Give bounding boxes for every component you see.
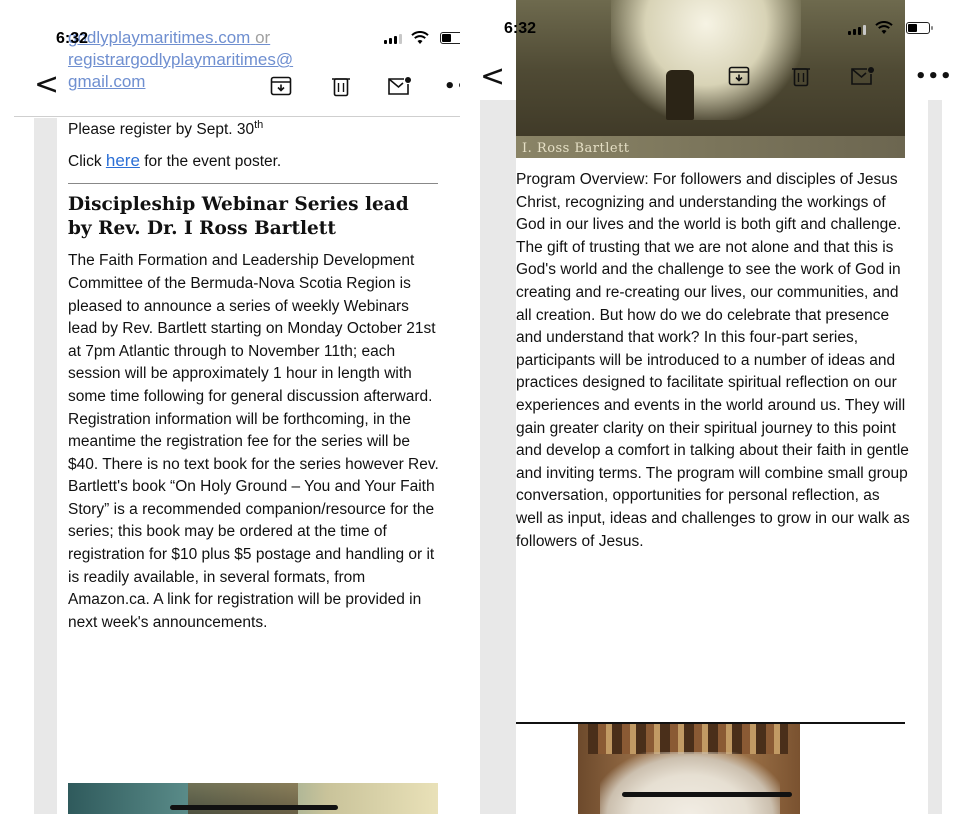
mail-unread-icon[interactable]: [386, 74, 414, 98]
register-sup: th: [254, 119, 264, 131]
section-heading: Discipleship Webinar Series lead by Rev.…: [68, 194, 409, 240]
status-time: 6:32: [56, 30, 89, 47]
mail-toolbar-left: < ••: [0, 62, 460, 112]
archive-icon[interactable]: [727, 64, 751, 88]
trash-icon[interactable]: [329, 74, 353, 98]
left-screenshot: godlyplaymaritimes.com or registrargodly…: [0, 0, 460, 814]
home-indicator[interactable]: [170, 805, 338, 810]
back-chevron-icon[interactable]: <: [480, 62, 505, 92]
right-gutter-left: [480, 100, 516, 814]
home-indicator[interactable]: [622, 792, 792, 797]
webinar-paragraph: The Faith Formation and Leadership Devel…: [68, 252, 439, 631]
click-prefix: Click: [68, 152, 106, 170]
mail-toolbar-right: < •••: [460, 50, 965, 100]
right-gutter-right: [928, 100, 942, 814]
section-divider: [68, 183, 438, 185]
signal-icon: [384, 34, 402, 44]
trash-icon[interactable]: [789, 64, 813, 88]
archive-icon[interactable]: [269, 74, 293, 98]
more-icon[interactable]: ••: [444, 76, 460, 97]
faded-link-domain: godlyplaymaritimes.com: [68, 28, 251, 47]
poster-line: Click here for the event poster.: [68, 150, 440, 174]
click-suffix: for the event poster.: [139, 152, 282, 170]
left-content: Please register by Sept. 30th Click here…: [68, 114, 440, 634]
mail-unread-icon[interactable]: [849, 64, 877, 88]
register-line: Please register by Sept. 30th: [68, 114, 440, 142]
wifi-icon: [411, 31, 429, 44]
battery-icon: [906, 22, 933, 34]
book-cover-caption: I. Ross Bartlett: [522, 141, 630, 156]
register-text: Please register by Sept. 30: [68, 121, 255, 139]
faded-or: or: [255, 28, 271, 47]
signal-icon: [848, 25, 866, 35]
wifi-icon: [875, 21, 893, 34]
battery-icon: [440, 32, 460, 44]
status-time: 6:32: [504, 20, 537, 37]
poster-link[interactable]: here: [106, 151, 140, 170]
back-chevron-icon[interactable]: <: [34, 70, 59, 100]
program-overview-paragraph: Program Overview: For followers and disc…: [516, 171, 910, 550]
right-screenshot: I. Ross Bartlett 6:32 < ••• Program Over…: [460, 0, 965, 814]
more-icon[interactable]: •••: [915, 66, 953, 87]
portrait-image-partial: [578, 724, 800, 814]
